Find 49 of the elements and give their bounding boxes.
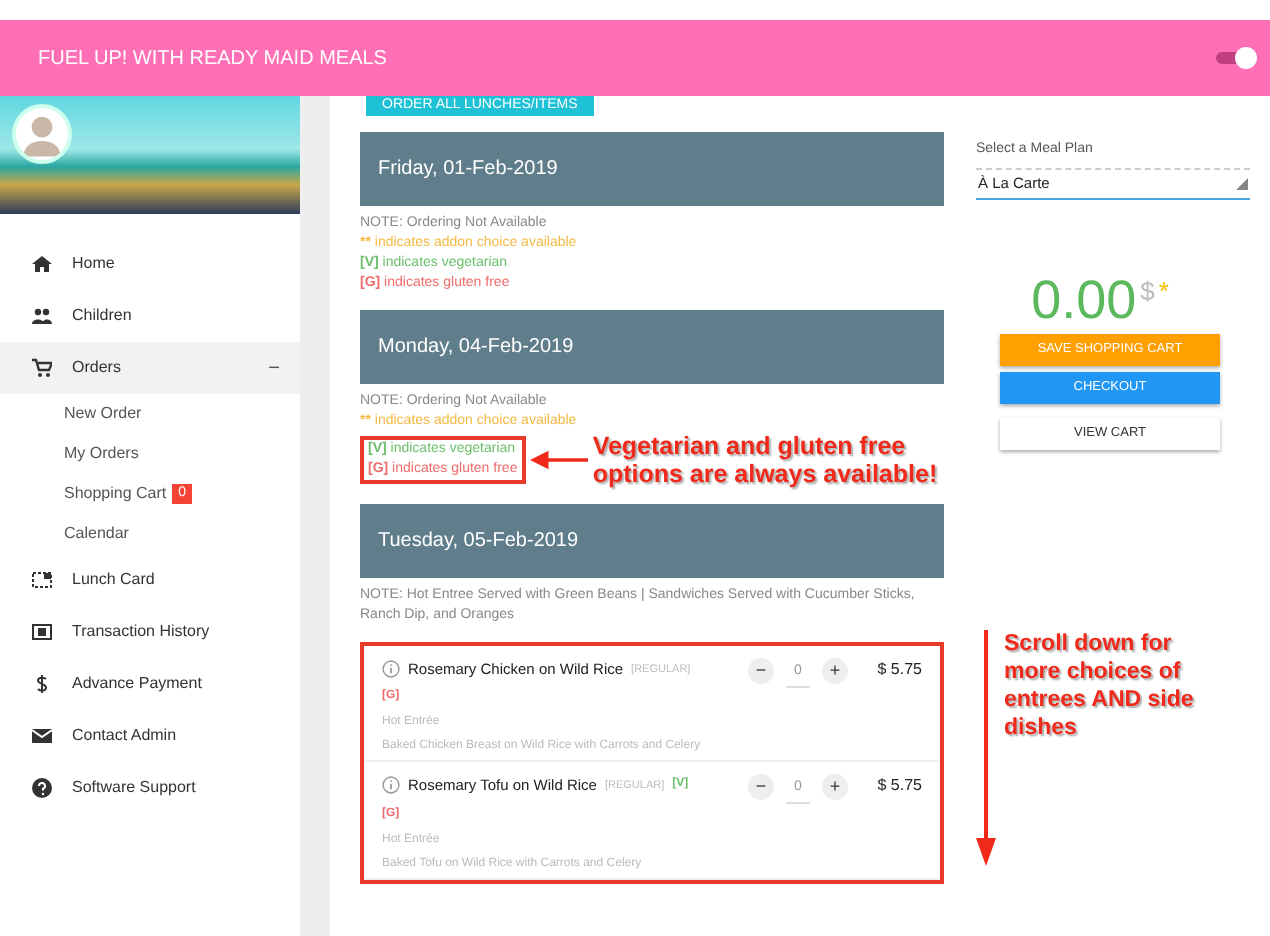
- cart-total: 0.00: [1031, 271, 1137, 327]
- collapse-toggle[interactable]: −: [268, 353, 280, 383]
- callout-text: Vegetarian and gluten free options are always available!: [592, 432, 940, 488]
- submenu-item[interactable]: Calendar: [64, 522, 129, 546]
- toggle-switch[interactable]: [1214, 45, 1258, 70]
- sidebar-item[interactable]: Children: [0, 290, 300, 342]
- envelope-icon: [32, 726, 52, 746]
- decrease-button[interactable]: −: [748, 658, 774, 684]
- dollar-icon: [32, 674, 52, 694]
- increase-button[interactable]: +: [822, 658, 848, 684]
- sidebar-label: Orders: [72, 356, 123, 380]
- item-price: $ 5.75: [877, 658, 922, 682]
- sidebar-item[interactable]: Lunch Card: [0, 554, 300, 606]
- sidebar-label: Transaction History: [72, 620, 212, 644]
- scroll-note: Scroll down for more choices of entrees AND side dishes: [1004, 629, 1196, 743]
- avatar-icon: [12, 104, 72, 164]
- help-icon: [32, 778, 52, 798]
- info-icon[interactable]: [382, 776, 400, 795]
- day-header: Tuesday, 05-Feb-2019: [360, 504, 944, 578]
- sidebar-item[interactable]: Contact Admin: [0, 710, 300, 762]
- home-icon: [32, 254, 52, 274]
- currency-symbol: $: [1140, 273, 1155, 309]
- people-icon: [32, 306, 52, 326]
- dropdown-icon: [1236, 177, 1248, 189]
- day-header: Monday, 04-Feb-2019: [360, 310, 944, 384]
- sidebar-item[interactable]: Transaction History: [0, 606, 300, 658]
- submenu-item[interactable]: My Orders: [64, 442, 139, 466]
- sidebar-label: Contact Admin: [72, 724, 179, 748]
- info-icon[interactable]: [382, 660, 400, 679]
- day-header: Friday, 01-Feb-2019: [360, 132, 944, 206]
- sidebar-label: Software Support: [72, 776, 198, 800]
- sidebar-item[interactable]: Software Support: [0, 762, 300, 814]
- submenu-item[interactable]: New Order: [64, 402, 142, 426]
- item-price: $ 5.75: [877, 774, 922, 799]
- sidebar-label: Children: [72, 304, 134, 328]
- sidebar-item[interactable]: Advance Payment: [0, 658, 300, 710]
- increase-button[interactable]: +: [822, 774, 848, 801]
- sidebar-item[interactable]: Orders −: [0, 342, 300, 394]
- asterisk-mark: *: [1158, 273, 1169, 309]
- sidebar-label: Advance Payment: [72, 672, 204, 696]
- decrease-button[interactable]: −: [748, 774, 774, 801]
- cart-icon: [32, 358, 52, 378]
- sidebar-label: Home: [72, 252, 117, 276]
- sidebar-item[interactable]: Home: [0, 238, 300, 290]
- submenu-item[interactable]: Shopping Cart: [64, 482, 167, 506]
- sidebar-label: Lunch Card: [72, 568, 157, 592]
- app-title: FUEL UP! WITH READY MAID MEALS: [38, 45, 387, 73]
- callout-arrow: [529, 450, 589, 470]
- card-icon: [32, 570, 52, 590]
